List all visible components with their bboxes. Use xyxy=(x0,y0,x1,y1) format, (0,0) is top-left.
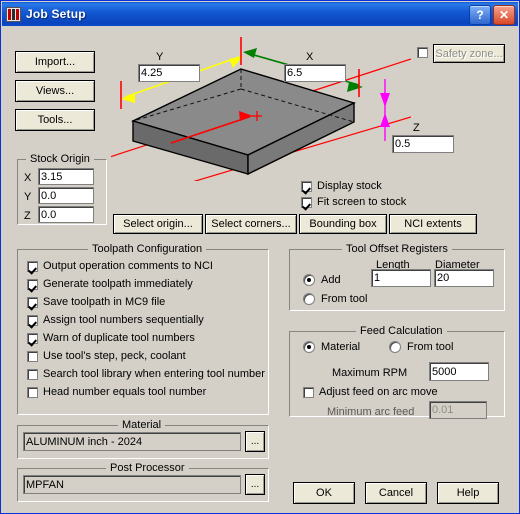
checkbox-box xyxy=(27,296,38,308)
stock-x-label: X xyxy=(306,51,314,63)
select-origin-button[interactable]: Select origin... xyxy=(113,214,203,234)
toolpath-option-output-comments[interactable]: Output operation comments to NCI xyxy=(27,260,213,272)
nci-extents-button[interactable]: NCI extents xyxy=(389,214,477,234)
post-processor-browse-button[interactable]: ... xyxy=(245,474,265,495)
toolpath-option-label: Generate toolpath immediately xyxy=(43,278,193,290)
material-title: Material xyxy=(118,419,166,431)
adjust-feed-on-arc-move-checkbox[interactable]: Adjust feed on arc move xyxy=(303,386,438,398)
maximum-rpm-input[interactable]: 5000 xyxy=(429,362,489,381)
job-setup-dialog: Job Setup ? ✕ Import... Views... Tools..… xyxy=(0,0,520,514)
ok-button[interactable]: OK xyxy=(293,482,355,504)
safety-zone-checkbox[interactable] xyxy=(417,47,433,58)
checkbox-box xyxy=(27,332,38,344)
feed-from-tool-radio[interactable]: From tool xyxy=(389,341,453,353)
adjust-feed-label: Adjust feed on arc move xyxy=(319,386,438,398)
safety-zone-checkbox-box xyxy=(417,47,428,58)
app-icon xyxy=(6,6,21,22)
stock-origin-y-label: Y xyxy=(24,191,32,203)
views-button[interactable]: Views... xyxy=(15,80,95,102)
tool-offset-add-label: Add xyxy=(321,274,341,286)
window-title: Job Setup xyxy=(26,7,86,21)
help-icon[interactable]: ? xyxy=(469,5,491,25)
toolpath-option-label: Warn of duplicate tool numbers xyxy=(43,332,195,344)
display-stock-checkbox[interactable]: Display stock xyxy=(301,180,382,192)
stock-z-label: Z xyxy=(413,122,420,134)
toolpath-option-label: Output operation comments to NCI xyxy=(43,260,213,272)
diameter-input[interactable]: 20 xyxy=(434,269,494,287)
toolpath-option-use-tool-step[interactable]: Use tool's step, peck, coolant xyxy=(27,350,186,362)
post-processor-title: Post Processor xyxy=(106,462,189,474)
tool-offset-from-tool-radio[interactable]: From tool xyxy=(303,293,367,305)
minimum-arc-feed-input[interactable]: 0.01 xyxy=(429,401,487,419)
cancel-button[interactable]: Cancel xyxy=(365,482,427,504)
stock-origin-y-input[interactable]: 0.0 xyxy=(38,187,94,204)
toolpath-option-label: Search tool library when entering tool n… xyxy=(43,368,265,380)
stock-origin-title: Stock Origin xyxy=(26,153,94,165)
help-button[interactable]: Help xyxy=(437,482,499,504)
select-corners-button[interactable]: Select corners... xyxy=(205,214,297,234)
checkbox-box xyxy=(27,368,38,380)
close-icon[interactable]: ✕ xyxy=(493,5,515,25)
checkbox-box xyxy=(27,260,38,272)
tool-offset-registers-title: Tool Offset Registers xyxy=(342,243,452,255)
toolpath-option-label: Use tool's step, peck, coolant xyxy=(43,350,186,362)
minimum-arc-feed-label: Minimum arc feed xyxy=(327,406,415,418)
maximum-rpm-label: Maximum RPM xyxy=(332,367,408,379)
toolpath-option-label: Head number equals tool number xyxy=(43,386,207,398)
toolpath-option-warn-duplicate[interactable]: Warn of duplicate tool numbers xyxy=(27,332,195,344)
toolpath-option-head-equals-tool[interactable]: Head number equals tool number xyxy=(27,386,206,398)
tools-button[interactable]: Tools... xyxy=(15,109,95,131)
toolpath-option-assign-sequential[interactable]: Assign tool numbers sequentially xyxy=(27,314,204,326)
stock-origin-z-label: Z xyxy=(24,210,31,222)
stock-origin-x-input[interactable]: 3.15 xyxy=(38,168,94,185)
radio-dot xyxy=(303,341,315,353)
checkbox-box xyxy=(303,386,314,398)
radio-dot xyxy=(389,341,401,353)
feed-from-tool-label: From tool xyxy=(407,341,454,353)
display-stock-label: Display stock xyxy=(317,180,382,192)
feed-calculation-title: Feed Calculation xyxy=(356,325,447,337)
stock-y-label: Y xyxy=(156,51,164,63)
toolpath-option-generate-immediately[interactable]: Generate toolpath immediately xyxy=(27,278,193,290)
checkbox-box xyxy=(27,350,38,362)
title-bar: Job Setup ? ✕ xyxy=(2,2,518,26)
display-stock-checkbox-box xyxy=(301,180,312,192)
feed-material-radio[interactable]: Material xyxy=(303,341,360,353)
title-bar-buttons: ? ✕ xyxy=(469,5,515,25)
radio-dot xyxy=(303,293,315,305)
stock-origin-z-input[interactable]: 0.0 xyxy=(38,206,94,223)
toolpath-configuration-title: Toolpath Configuration xyxy=(88,243,207,255)
toolpath-option-search-library[interactable]: Search tool library when entering tool n… xyxy=(27,368,265,380)
toolpath-option-label: Assign tool numbers sequentially xyxy=(43,314,204,326)
post-processor-value[interactable]: MPFAN xyxy=(23,475,241,494)
checkbox-box xyxy=(27,278,38,290)
stock-y-input[interactable]: 4.25 xyxy=(138,64,200,82)
fit-screen-to-stock-label: Fit screen to stock xyxy=(317,196,407,208)
radio-dot xyxy=(303,274,315,286)
bounding-box-button[interactable]: Bounding box xyxy=(299,214,387,234)
fit-screen-to-stock-checkbox-box xyxy=(301,196,312,208)
stock-z-input[interactable]: 0.5 xyxy=(392,135,454,153)
toolpath-option-label: Save toolpath in MC9 file xyxy=(43,296,166,308)
toolpath-option-save-mc9[interactable]: Save toolpath in MC9 file xyxy=(27,296,165,308)
import-button[interactable]: Import... xyxy=(15,51,95,73)
checkbox-box xyxy=(27,314,38,326)
feed-material-label: Material xyxy=(321,341,361,353)
material-browse-button[interactable]: ... xyxy=(245,431,265,452)
safety-zone-button[interactable]: Safety zone... xyxy=(433,44,505,63)
fit-screen-to-stock-checkbox[interactable]: Fit screen to stock xyxy=(301,196,406,208)
checkbox-box xyxy=(27,386,38,398)
stock-x-input[interactable]: 6.5 xyxy=(284,64,346,82)
tool-offset-add-radio[interactable]: Add xyxy=(303,274,341,286)
length-input[interactable]: 1 xyxy=(371,269,431,287)
stock-origin-x-label: X xyxy=(24,172,32,184)
material-value[interactable]: ALUMINUM inch - 2024 xyxy=(23,432,241,451)
tool-offset-from-tool-label: From tool xyxy=(321,293,368,305)
